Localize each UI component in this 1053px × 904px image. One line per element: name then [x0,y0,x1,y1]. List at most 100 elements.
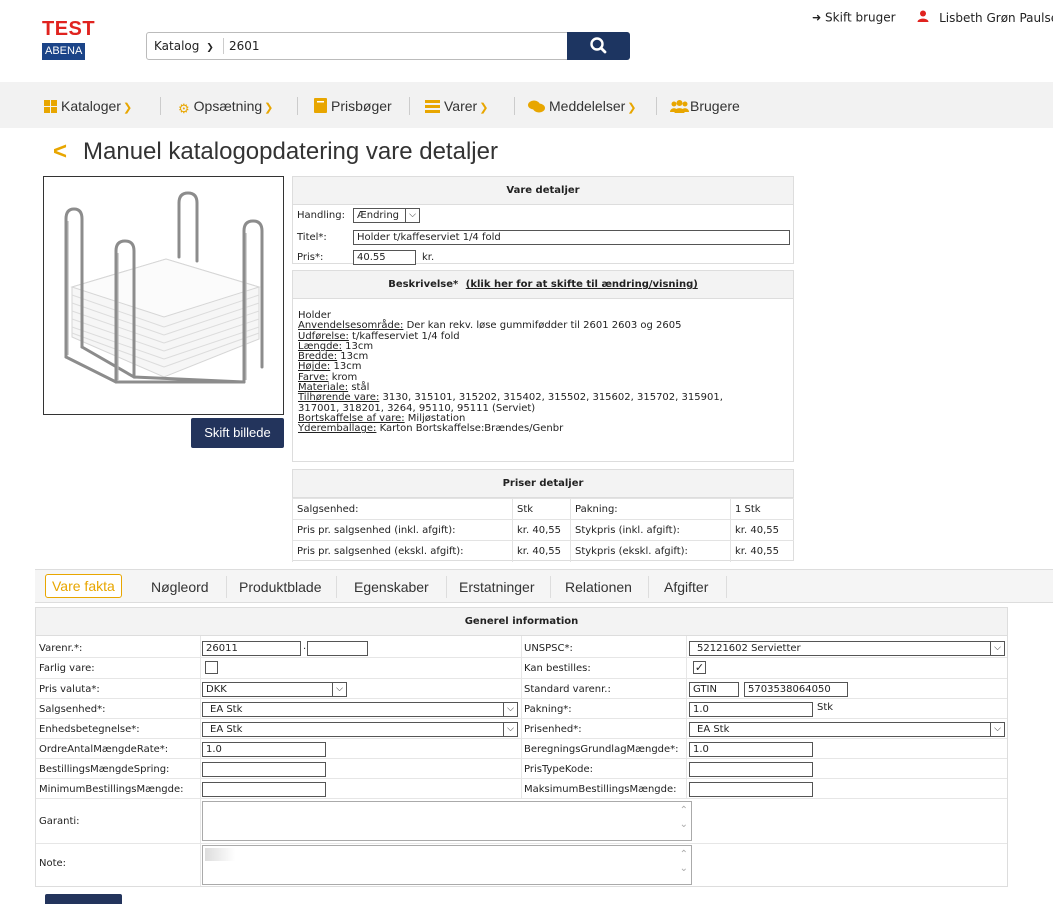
pris-valuta-value: DKK [206,684,227,695]
save-button[interactable] [45,894,122,904]
main-nav: Kataloger ❯ ⚙ Opsætning ❯ Prisbøger Varer ❯ … [0,82,1053,128]
abena-logo[interactable]: TEST ABENA [42,19,95,60]
scroll-arrows-icon[interactable]: ⌃ ⌄ [680,848,688,876]
grid-divider [200,636,201,886]
user-bar: ➜ Skift bruger Lisbeth Grøn Paulse [812,10,1053,25]
nav-meddelelser[interactable]: Meddelelser ❯ [528,98,636,114]
grid-divider [36,657,1007,658]
nav-divider [409,97,410,115]
nav-brugere[interactable]: Brugere [670,98,740,114]
table-cell: kr. 40,55 [730,540,794,562]
chevron-down-icon: ⌵ [332,682,347,697]
change-image-button[interactable]: Skift billede [191,418,284,448]
priser-table: Salgsenhed: Stk Pakning: 1 Stk Pris pr. … [292,498,794,562]
table-row: Salgsenhed: Stk Pakning: 1 Stk [292,498,794,520]
standard-varenr-input[interactable]: 5703538064050 [744,682,848,697]
grid-divider [36,843,1007,844]
pakning-input[interactable]: 1.0 [689,702,813,717]
prisenhed-value: EA Stk [697,724,730,735]
tab-divider [446,576,447,598]
tab-vare-fakta[interactable]: Vare fakta [45,574,122,598]
grid-divider [36,798,1007,799]
tab-afgifter[interactable]: Afgifter [664,579,708,595]
ordreantal-input[interactable]: 1.0 [202,742,326,757]
tab-noegleord[interactable]: Nøgleord [151,579,209,595]
chevron-down-icon: ❯ [206,43,214,53]
chevron-down-icon: ❯ [627,102,637,114]
titel-input[interactable]: Holder t/kaffeserviet 1/4 fold [353,230,790,245]
pristypekode-input[interactable] [689,762,813,777]
table-cell: Salgsenhed: [292,498,513,520]
pris-input[interactable]: 40.55 [353,250,416,265]
chevron-down-icon: ⌵ [503,722,518,737]
varenr-suffix-input[interactable] [307,641,368,656]
unspsc-select[interactable]: 52121602 Servietter ⌵ [689,641,1005,656]
kan-bestilles-checkbox[interactable]: ✓ [693,661,706,674]
ordreantal-label: OrdreAntalMængdeRate*: [39,744,169,755]
beskrivelse-panel: Beskrivelse* (klik her for at skifte til… [292,270,794,462]
beskrivelse-toggle-link[interactable]: (klik her for at skifte til ændring/visn… [466,279,698,290]
grid-divider [36,718,1007,719]
tab-relationen[interactable]: Relationen [565,579,632,595]
nav-prisboger[interactable]: Prisbøger [314,98,392,114]
varenr-label: Varenr.*: [39,643,83,654]
tab-divider [648,576,649,598]
handling-value: Ændring [357,210,400,221]
varenr-input[interactable]: 26011 [202,641,301,656]
user-icon [917,10,929,23]
enhedsbetegnelse-select[interactable]: EA Stk ⌵ [202,722,518,737]
search-input[interactable]: 2601 [229,39,260,53]
bestillingspring-input[interactable] [202,762,326,777]
beskrivelse-heading: Beskrivelse* (klik her for at skifte til… [293,271,793,299]
generel-information-heading: Generel information [36,608,1007,636]
chat-icon [528,100,545,113]
beskrivelse-text: Holder Anvendelsesområde: Der kan rekv. … [298,310,723,435]
search-category-select[interactable]: Katalog ❯ [154,39,214,53]
enhedsbetegnelse-value: EA Stk [210,724,243,735]
back-chevron-icon[interactable]: < [53,138,67,165]
handling-select[interactable]: Ændring ⌵ [353,208,420,223]
search-button[interactable] [567,32,630,60]
beregning-input[interactable]: 1.0 [689,742,813,757]
user-name: Lisbeth Grøn Paulse [939,10,1053,25]
maksimum-input[interactable] [689,782,813,797]
enhedsbetegnelse-label: Enhedsbetegnelse*: [39,724,140,735]
standard-type-input[interactable]: GTIN [689,682,739,697]
pris-valuta-select[interactable]: DKK ⌵ [202,682,347,697]
nav-divider [514,97,515,115]
nav-kataloger[interactable]: Kataloger ❯ [44,98,132,114]
minimum-input[interactable] [202,782,326,797]
product-image [43,176,284,415]
note-textarea[interactable]: ⌃ ⌄ [202,845,692,885]
garanti-textarea[interactable]: ⌃ ⌄ [202,801,692,841]
farlig-vare-checkbox[interactable] [205,661,218,674]
nav-varer[interactable]: Varer ❯ [425,98,488,114]
tab-produktblade[interactable]: Produktblade [239,579,322,595]
salgsenhed-select[interactable]: EA Stk ⌵ [202,702,518,717]
tab-erstatninger[interactable]: Erstatninger [459,579,534,595]
prisenhed-select[interactable]: EA Stk ⌵ [689,722,1005,737]
table-row: Pris pr. salgsenhed (inkl. afgift): kr. … [292,519,794,541]
pris-label: Pris*: [297,252,324,263]
pris-unit: kr. [422,252,435,263]
search-icon [590,37,607,54]
chevron-down-icon: ⌵ [990,722,1005,737]
table-cell: kr. 40,55 [512,519,571,541]
tab-egenskaber[interactable]: Egenskaber [354,579,429,595]
farlig-vare-label: Farlig vare: [39,663,95,674]
garanti-label: Garanti: [39,816,80,827]
nav-opsaetning[interactable]: ⚙ Opsætning ❯ [178,98,273,117]
standard-varenr-label: Standard varenr.: [524,684,611,695]
table-cell: Pris pr. salgsenhed (inkl. afgift): [292,519,513,541]
tab-divider [226,576,227,598]
switch-user-link[interactable]: ➜ Skift bruger [812,10,899,25]
tab-divider [726,576,727,598]
user-menu[interactable]: Lisbeth Grøn Paulse [917,10,1053,25]
logo-bottom-text: ABENA [42,43,86,60]
users-icon [670,100,689,113]
nav-varer-label: Varer [444,98,478,114]
checkmark-icon: ✓ [694,661,705,674]
nav-brugere-label: Brugere [690,98,740,114]
scroll-arrows-icon[interactable]: ⌃ ⌄ [680,804,688,832]
vare-detaljer-heading: Vare detaljer [293,177,793,205]
